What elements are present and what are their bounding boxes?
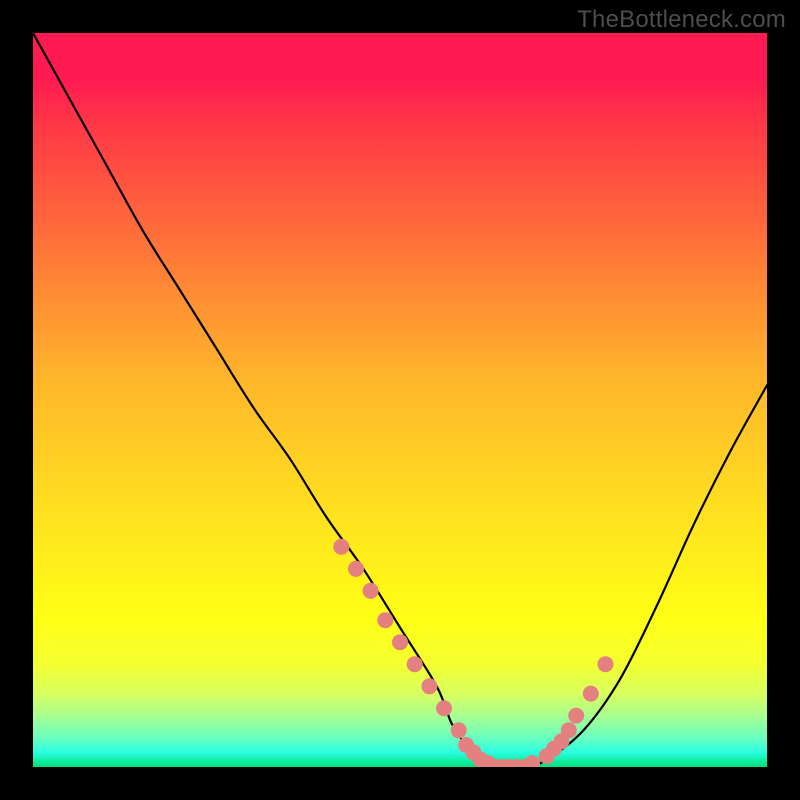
highlight-dot [392,634,408,650]
plot-area [33,33,767,767]
curve-layer [33,33,767,767]
chart-frame: TheBottleneck.com [0,0,800,800]
highlight-dot [598,656,614,672]
bottleneck-curve [33,33,767,767]
highlight-dot [363,583,379,599]
highlight-dots [333,539,613,767]
highlight-dot [348,561,364,577]
highlight-dot [377,612,393,628]
highlight-dot [451,722,467,738]
highlight-dot [333,539,349,555]
highlight-dot [583,686,599,702]
highlight-dot [561,722,577,738]
highlight-dot [436,700,452,716]
highlight-dot [568,708,584,724]
highlight-dot [407,656,423,672]
highlight-dot [421,678,437,694]
highlight-dot [524,755,540,767]
watermark-text: TheBottleneck.com [577,6,786,34]
